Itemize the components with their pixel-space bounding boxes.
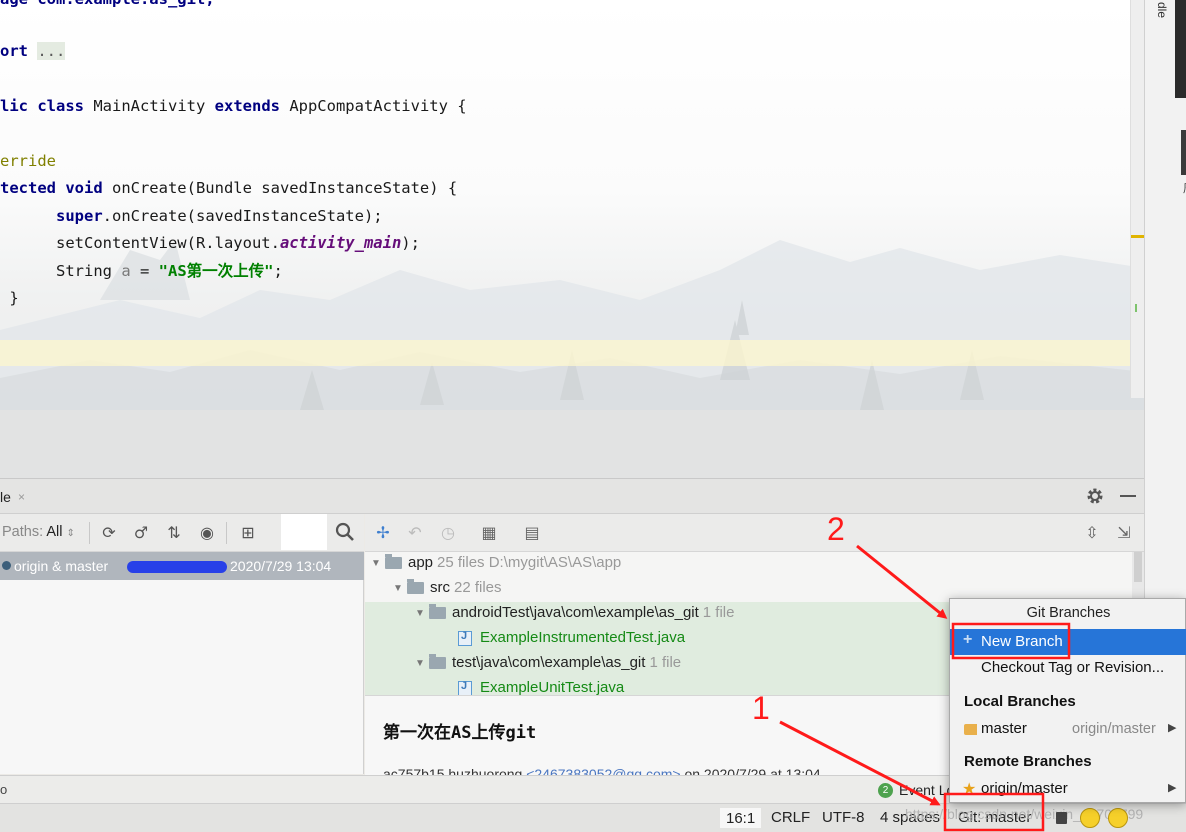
folder-icon <box>385 554 402 570</box>
folder-icon <box>429 604 446 620</box>
remote-branch-origin-master[interactable]: ★ origin/master ▶ <box>950 776 1186 802</box>
commit-date: 2020/7/29 13:04 <box>230 558 332 574</box>
diff-icon[interactable]: ✢ <box>373 523 393 543</box>
folded-imports[interactable]: ... <box>37 42 66 60</box>
local-branches-header: Local Branches <box>964 693 1076 710</box>
event-count-badge: 2 <box>878 783 893 798</box>
group-by-icon[interactable]: ▦ <box>479 523 499 543</box>
collapse-all-icon[interactable]: ⇲ <box>1114 523 1134 543</box>
tree-node-app[interactable]: ▼ app 25 files D:\mygit\AS\AS\app <box>371 554 621 576</box>
revert-icon[interactable]: ↶ <box>405 523 425 543</box>
annotation-number-1: 1 <box>752 690 770 726</box>
right-tool-stripe: dle 周 <box>1144 0 1186 478</box>
gear-icon[interactable] <box>1086 487 1104 505</box>
code-editor[interactable]: age com.example.as_git; ort ... lic clas… <box>0 0 1144 478</box>
code-line-override: erride <box>0 152 56 170</box>
tree-node-androidtest[interactable]: ▼ androidTest\java\com\example\as_git 1 fi… <box>415 604 734 626</box>
redacted-author <box>127 561 227 573</box>
folder-icon <box>407 579 424 595</box>
new-branch-item[interactable]: + New Branch <box>950 629 1186 655</box>
cherry-pick-icon[interactable]: ♂ <box>131 523 151 543</box>
remote-branches-header: Remote Branches <box>964 753 1092 770</box>
annotation-number-2: 2 <box>827 511 845 547</box>
file-encoding[interactable]: UTF-8 <box>822 809 865 826</box>
java-file-icon <box>458 680 472 695</box>
close-tab-icon[interactable]: × <box>18 490 25 504</box>
submenu-arrow-icon: ▶ <box>1168 781 1177 794</box>
caret-position[interactable]: 16:1 <box>720 808 762 828</box>
status-bar: 16:1 CRLF UTF-8 4 spaces Git: master htt… <box>0 803 1186 832</box>
commit-graph-node <box>2 561 11 570</box>
warning-marker[interactable] <box>1131 235 1144 238</box>
sort-icon[interactable]: ⇅ <box>164 523 184 543</box>
preview-icon[interactable]: ▤ <box>522 523 542 543</box>
code-line-close-brace: } <box>9 289 19 307</box>
history-icon[interactable]: ◷ <box>438 523 458 543</box>
minimize-icon[interactable] <box>1120 495 1136 497</box>
happy-face-icon[interactable] <box>1080 808 1100 828</box>
background-window-fragment-2 <box>1181 130 1186 175</box>
popup-title: Git Branches <box>1026 605 1111 621</box>
sad-face-icon[interactable] <box>1108 808 1128 828</box>
new-tab-icon[interactable]: ⊞ <box>238 523 258 543</box>
submenu-arrow-icon: ▶ <box>1168 721 1177 734</box>
gradle-tool-button[interactable]: dle <box>1155 2 1169 18</box>
line-separator[interactable]: CRLF <box>771 809 810 826</box>
folder-icon <box>429 654 446 670</box>
current-line-highlight <box>0 340 1144 366</box>
commit-hash-line: ac757b15 huzhuorong <2467383052@qq.com> … <box>383 766 821 775</box>
tree-file-unit-test[interactable]: ExampleUnitTest.java <box>458 679 624 695</box>
author-email-link[interactable]: <2467383052@qq.com> <box>526 766 680 775</box>
eye-icon[interactable]: ◉ <box>197 523 217 543</box>
code-line-string: String a = "AS第一次上传"; <box>0 262 283 280</box>
new-branch-label: New Branch <box>981 633 1063 650</box>
tree-node-test[interactable]: ▼ test\java\com\example\as_git 1 file <box>415 654 681 676</box>
code-line-package: age com.example.as_git; <box>0 0 215 13</box>
console-tab-label[interactable]: le <box>0 489 11 505</box>
expand-all-icon[interactable]: ⇳ <box>1082 523 1102 543</box>
tree-node-src[interactable]: ▼ src 22 files <box>393 579 502 601</box>
commit-message: 第一次在AS上传git <box>383 723 537 743</box>
refresh-icon[interactable]: ⟳ <box>99 523 119 543</box>
java-file-icon <box>458 630 472 646</box>
plus-icon: + <box>963 631 973 648</box>
code-line-class: lic class MainActivity extends AppCompat… <box>0 97 467 115</box>
commit-refs: origin & master <box>14 558 109 574</box>
right-tool-stripe-lower <box>1144 478 1186 598</box>
checkout-tag-item[interactable]: Checkout Tag or Revision... <box>950 656 1186 682</box>
tree-file-instrumented-test[interactable]: ExampleInstrumentedTest.java <box>458 629 685 651</box>
toolbar-separator <box>89 522 90 544</box>
search-icon[interactable] <box>335 522 355 542</box>
toolbar-separator <box>226 522 227 544</box>
paths-filter[interactable]: Paths: All ⇕ <box>2 524 75 540</box>
todo-tab-fragment[interactable]: o <box>0 782 7 797</box>
git-branches-popup: Git Branches + New Branch Checkout Tag o… <box>949 598 1186 803</box>
commit-row[interactable]: origin & master 2020/7/29 13:04 <box>0 552 364 580</box>
change-marker[interactable] <box>1135 304 1137 312</box>
editor-scrollbar[interactable] <box>1130 0 1144 398</box>
tag-icon <box>964 724 977 735</box>
code-line-import: ort ... <box>0 42 66 60</box>
code-line-super: super.onCreate(savedInstanceState); <box>56 207 383 225</box>
lock-icon[interactable] <box>1056 812 1067 824</box>
log-search-input[interactable] <box>281 514 327 550</box>
commit-list[interactable]: origin & master 2020/7/29 13:04 <box>0 552 364 774</box>
code-line-setcontentview: setContentView(R.layout.activity_main); <box>0 234 420 252</box>
local-branch-master[interactable]: master origin/master ▶ <box>950 716 1186 742</box>
version-control-header: le × <box>0 478 1144 514</box>
changes-toolbar: ✢ ↶ ◷ ▦ ▤ ⇳ ⇲ <box>365 514 1144 552</box>
code-line-oncreate: tected void onCreate(Bundle savedInstanc… <box>0 179 458 197</box>
background-window-fragment <box>1175 0 1186 98</box>
star-icon: ★ <box>962 779 977 798</box>
